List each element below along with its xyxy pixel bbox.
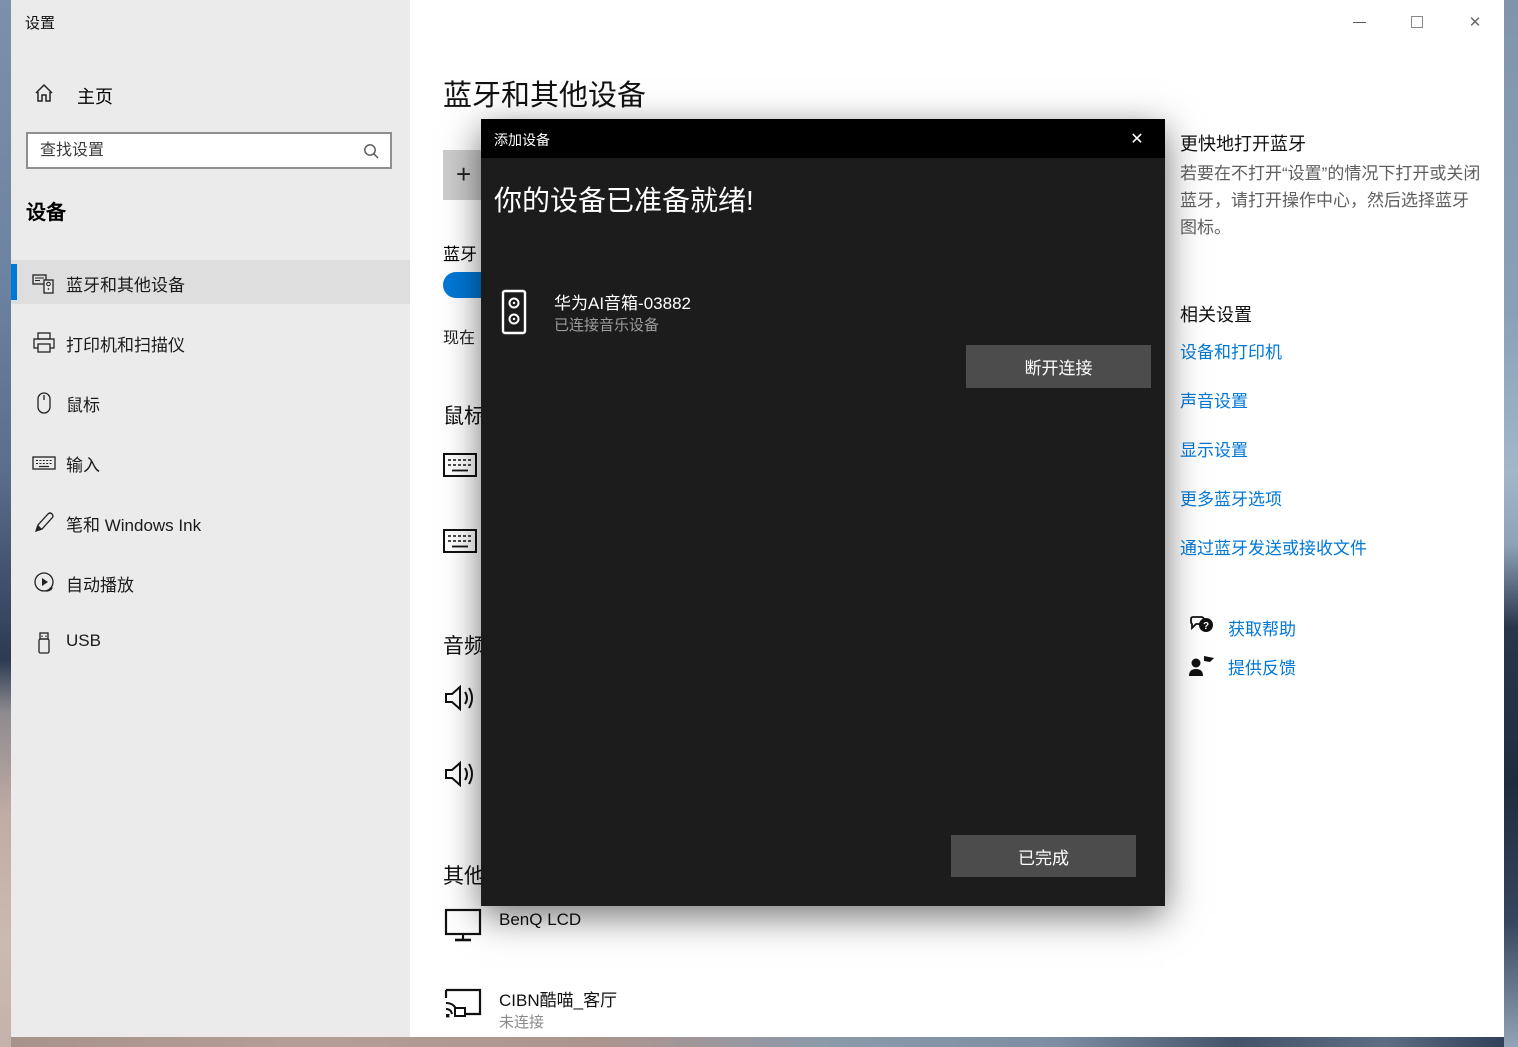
dialog-device-status: 已连接音乐设备 — [554, 314, 659, 335]
get-help-link: 获取帮助 — [1228, 615, 1296, 640]
sidebar-item-label: 打印机和扫描仪 — [66, 331, 185, 356]
sidebar-item-usb[interactable]: USB — [11, 620, 410, 664]
keyboard-device-icon — [443, 528, 477, 554]
volume-device-icon — [443, 682, 477, 714]
close-icon: ✕ — [1469, 13, 1482, 31]
maximize-icon — [1411, 16, 1423, 28]
quick-bluetooth-heading: 更快地打开蓝牙 — [1180, 130, 1306, 156]
sidebar-item-mouse[interactable]: 鼠标 — [11, 380, 410, 424]
device-row-benq[interactable]: BenQ LCD — [443, 908, 1063, 964]
sidebar-item-label: 输入 — [66, 451, 100, 476]
sidebar-item-label: 蓝牙和其他设备 — [66, 271, 185, 296]
keyboard-device-icon — [443, 452, 477, 478]
sidebar-section-heading: 设备 — [26, 196, 66, 225]
selected-accent-bar — [11, 264, 17, 300]
sidebar-item-label: USB — [66, 631, 101, 651]
sidebar-item-autoplay[interactable]: 自动播放 — [11, 560, 410, 604]
disconnect-button[interactable]: 断开连接 — [966, 345, 1151, 388]
bluetooth-toggle-label: 蓝牙 — [443, 240, 477, 265]
sidebar-item-label: 鼠标 — [66, 391, 100, 416]
dialog-heading: 你的设备已准备就绪! — [494, 179, 754, 219]
link-sound-settings[interactable]: 声音设置 — [1180, 387, 1248, 412]
search-icon[interactable] — [362, 142, 380, 160]
search-input[interactable] — [28, 134, 390, 167]
sidebar-item-label: 自动播放 — [66, 571, 134, 596]
feedback-person-icon — [1188, 654, 1216, 678]
link-send-receive-files[interactable]: 通过蓝牙发送或接收文件 — [1180, 534, 1367, 559]
sidebar-item-printers[interactable]: 打印机和扫描仪 — [11, 320, 410, 364]
sidebar-item-pen[interactable]: 笔和 Windows Ink — [11, 500, 410, 544]
link-more-bluetooth-options[interactable]: 更多蓝牙选项 — [1180, 485, 1282, 510]
sidebar-item-bluetooth[interactable]: 蓝牙和其他设备 — [11, 260, 410, 304]
sidebar-home-label: 主页 — [77, 83, 113, 109]
bluetooth-devices-icon — [32, 271, 56, 295]
mouse-keyboard-section-heading: 鼠标 — [443, 400, 485, 430]
page-title: 蓝牙和其他设备 — [443, 72, 646, 114]
link-devices-and-printers[interactable]: 设备和打印机 — [1180, 338, 1282, 363]
monitor-icon — [443, 908, 483, 944]
usb-icon — [32, 631, 56, 655]
help-chat-icon: ? — [1188, 615, 1216, 639]
svg-text:?: ? — [1203, 621, 1209, 632]
sidebar-item-typing[interactable]: 输入 — [11, 440, 410, 484]
search-box — [26, 132, 392, 169]
autoplay-icon — [32, 571, 56, 595]
add-device-dialog: 添加设备 ✕ 你的设备已准备就绪! 华为AI音箱-03882 已连接音乐设备 断… — [481, 119, 1165, 906]
cast-screen-icon — [443, 984, 485, 1022]
discoverable-text: 现在 — [443, 324, 475, 348]
sidebar-item-label: 笔和 Windows Ink — [66, 511, 201, 536]
audio-section-heading: 音频 — [443, 630, 485, 660]
sidebar-item-home[interactable]: 主页 — [25, 80, 395, 110]
dialog-device-name: 华为AI音箱-03882 — [554, 289, 691, 314]
window-title: 设置 — [25, 12, 55, 33]
settings-window: 设置 主页 设备 蓝牙和其他设备 — [11, 0, 1504, 1037]
device-name: BenQ LCD — [499, 910, 581, 930]
volume-device-icon — [443, 758, 477, 790]
pen-icon — [32, 511, 56, 535]
device-name: CIBN酷喵_客厅 — [499, 986, 617, 1011]
home-icon — [33, 82, 55, 104]
close-button[interactable]: ✕ — [1446, 0, 1504, 44]
device-status: 未连接 — [499, 1011, 544, 1032]
give-feedback-link: 提供反馈 — [1228, 654, 1296, 679]
minimize-button[interactable] — [1330, 0, 1388, 44]
dialog-close-button[interactable]: ✕ — [1117, 119, 1157, 158]
quick-bluetooth-text: 若要在不打开“设置”的情况下打开或关闭蓝牙，请打开操作中心，然后选择蓝牙图标。 — [1180, 160, 1485, 241]
window-controls: ✕ — [1304, 0, 1504, 44]
related-settings-heading: 相关设置 — [1180, 301, 1252, 327]
device-row-cibn[interactable]: CIBN酷喵_客厅 未连接 — [443, 984, 1063, 1040]
dialog-header: 添加设备 ✕ — [481, 119, 1165, 158]
speaker-icon — [501, 289, 527, 335]
link-display-settings[interactable]: 显示设置 — [1180, 436, 1248, 461]
dialog-device-row: 华为AI音箱-03882 已连接音乐设备 — [494, 287, 1144, 347]
sidebar: 设置 主页 设备 蓝牙和其他设备 — [11, 0, 410, 1037]
maximize-button[interactable] — [1388, 0, 1446, 44]
dialog-title: 添加设备 — [494, 130, 550, 150]
plus-icon: + — [456, 159, 471, 190]
screen: 设置 主页 设备 蓝牙和其他设备 — [0, 0, 1518, 1047]
printer-icon — [32, 331, 56, 355]
desktop-wallpaper-right-strip — [1504, 0, 1518, 1047]
mouse-icon — [32, 391, 56, 415]
desktop-wallpaper-left-strip — [0, 0, 11, 1047]
done-button[interactable]: 已完成 — [951, 835, 1136, 877]
minimize-icon — [1353, 22, 1366, 23]
keyboard-icon — [32, 451, 56, 475]
